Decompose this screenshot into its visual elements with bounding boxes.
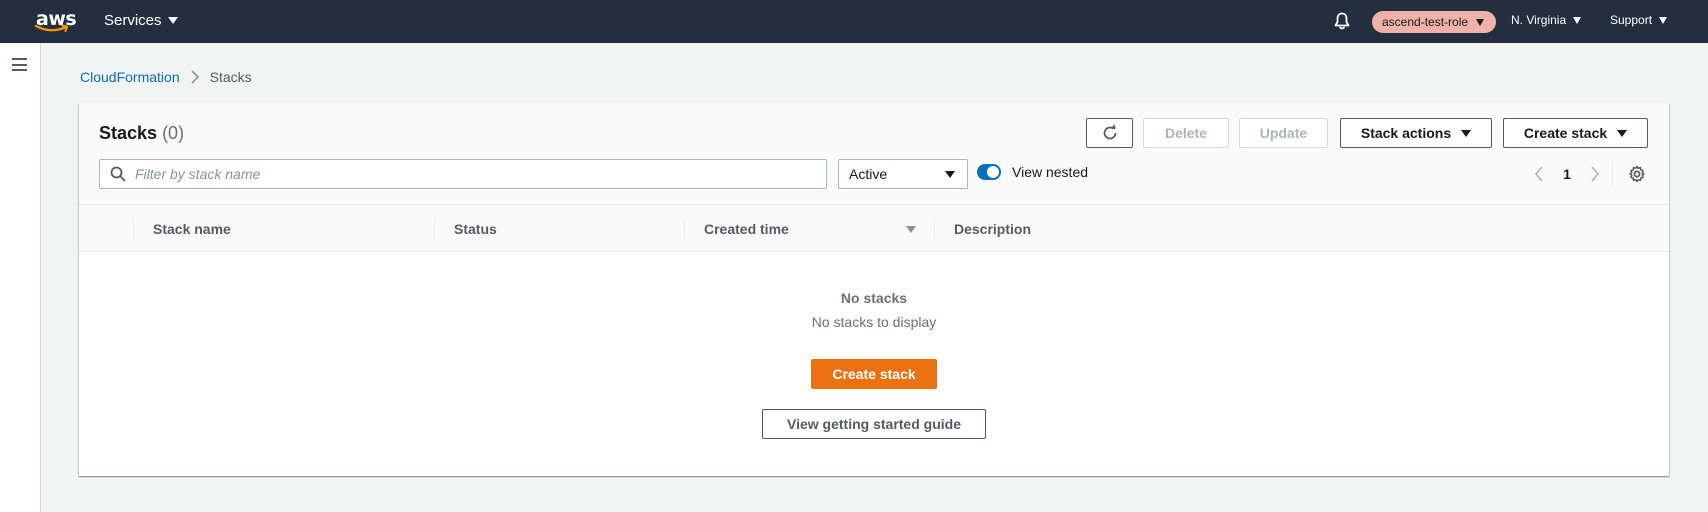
breadcrumb-current: Stacks [209,69,252,85]
refresh-button[interactable] [1086,118,1133,148]
status-filter-select[interactable]: Active [838,159,968,189]
column-divider [684,219,685,239]
breadcrumb: CloudFormation Stacks [80,69,252,85]
pagination-divider [1612,161,1613,187]
stacks-table-container: Stacks (0) Delete Update Stack actions C… [79,103,1669,476]
filter-by-stack-name-input[interactable] [135,166,815,182]
account-role-menu[interactable]: ascend-test-role [1372,11,1497,33]
view-nested-switch[interactable] [977,164,1001,180]
column-divider [934,219,935,239]
pagination: 1 [1525,161,1609,187]
column-divider [434,219,435,239]
column-header-description[interactable]: Description [954,205,1031,252]
stack-count: (0) [162,123,185,143]
column-divider [133,219,134,239]
role-label: ascend-test-role [1382,15,1469,29]
column-header-created-time[interactable]: Created time [704,205,789,252]
region-label: N. Virginia [1511,13,1567,27]
create-stack-label: Create stack [1523,125,1608,141]
services-menu[interactable]: Services [104,12,178,29]
services-label: Services [104,12,162,29]
table-column-headers: Stack name Status Created time Descripti… [79,205,1669,252]
column-header-status[interactable]: Status [454,205,497,252]
title-text: Stacks [99,123,158,143]
notifications-bell-icon[interactable] [1332,11,1352,31]
search-icon [110,166,126,182]
table-header-area: Stacks (0) Delete Update Stack actions C… [79,103,1669,205]
gear-icon[interactable] [1628,165,1646,183]
column-header-stack-name[interactable]: Stack name [153,205,231,252]
side-navigation-rail [0,43,41,512]
delete-label: Delete [1164,125,1208,141]
page-title: Stacks (0) [99,123,184,144]
caret-down-icon [1617,129,1628,137]
update-button[interactable]: Update [1239,118,1328,148]
breadcrumb-cloudformation-link[interactable]: CloudFormation [80,69,180,85]
support-label: Support [1610,13,1653,27]
caret-down-icon [167,17,178,24]
chevron-left-icon [1534,166,1543,182]
caret-down-icon [1461,129,1472,137]
caret-down-icon [1659,16,1668,24]
top-navigation: aws Services ascend-test-role N. Virgini… [0,0,1708,43]
aws-smile-icon [34,24,68,32]
empty-state-title: No stacks [840,290,908,306]
view-nested-label: View nested [1012,164,1089,180]
previous-page-button[interactable] [1525,161,1553,187]
refresh-icon [1103,124,1116,140]
stack-actions-label: Stack actions [1360,125,1452,141]
next-page-button[interactable] [1581,161,1609,187]
sort-descending-icon[interactable] [906,226,916,233]
chevron-right-icon [191,70,199,84]
current-page-number[interactable]: 1 [1553,166,1581,182]
view-nested-toggle[interactable]: View nested [977,164,1088,180]
view-getting-started-guide-button[interactable]: View getting started guide [762,409,986,439]
aws-logo[interactable]: aws [34,8,77,36]
caret-down-icon [1573,16,1582,24]
status-filter-value: Active [849,166,888,182]
caret-down-icon [1476,18,1485,26]
chevron-right-icon [1591,166,1600,182]
create-stack-button[interactable]: Create stack [811,359,937,389]
empty-state-subtitle: No stacks to display [811,314,937,330]
caret-down-icon [945,170,955,178]
filter-field[interactable] [99,159,827,189]
delete-button[interactable]: Delete [1143,118,1229,148]
region-menu[interactable]: N. Virginia [1511,13,1582,27]
update-label: Update [1259,125,1308,141]
create-stack-dropdown-button[interactable]: Create stack [1503,118,1648,148]
support-menu[interactable]: Support [1610,13,1668,27]
stack-actions-button[interactable]: Stack actions [1340,118,1492,148]
menu-hamburger-icon[interactable] [12,58,27,71]
